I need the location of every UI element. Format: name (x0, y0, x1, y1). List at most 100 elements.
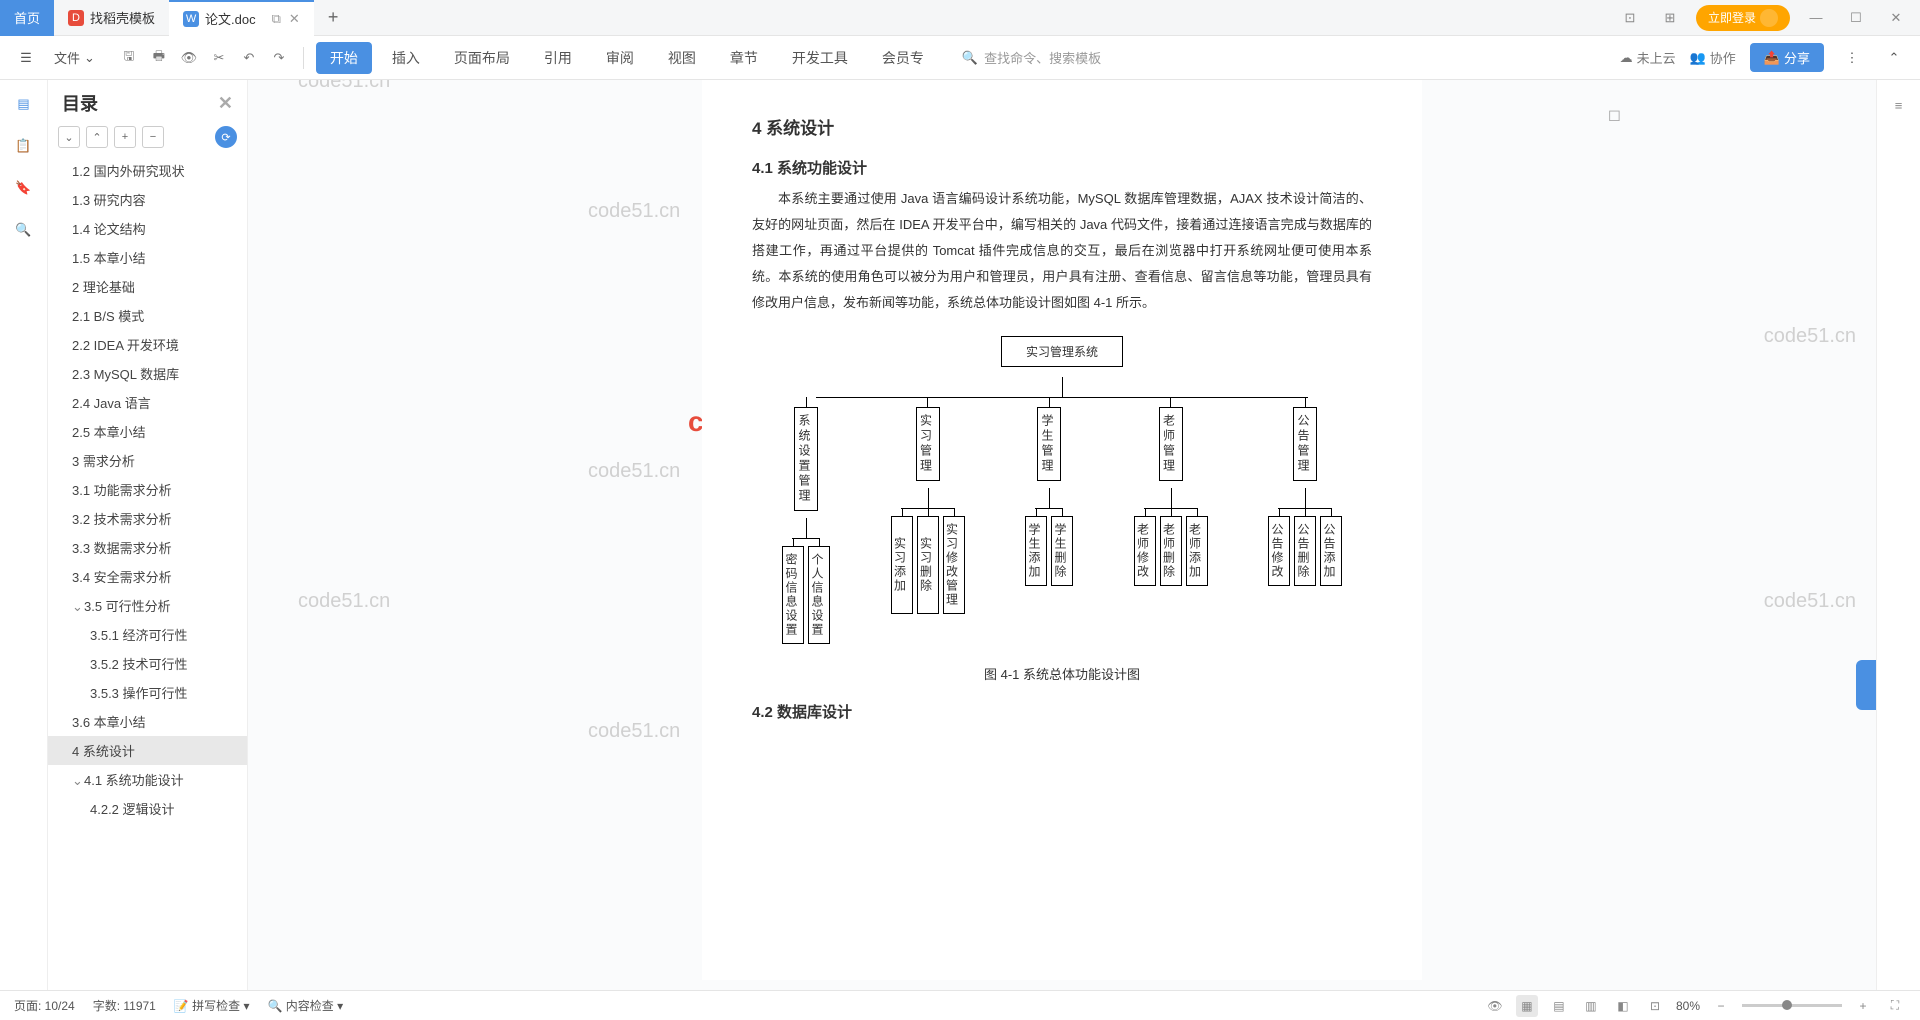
outline-item[interactable]: 2.5 本章小结 (48, 417, 247, 446)
minimize-button[interactable]: — (1802, 4, 1830, 32)
tree-leaf: 个人信息设置 (808, 546, 830, 644)
word-count[interactable]: 字数: 11971 (93, 997, 156, 1014)
outline-icon[interactable]: ▤ (12, 92, 36, 116)
rtab-layout[interactable]: 页面布局 (440, 42, 524, 74)
outline-item[interactable]: 1.4 论文结构 (48, 214, 247, 243)
tree-diagram: 实习管理系统 系统设置管理密码信息设置个人信息设置实习管理实习添加实习删除实习修… (782, 336, 1342, 644)
cloud-button[interactable]: ☁ 未上云 (1620, 48, 1676, 67)
outline-item[interactable]: 2 理论基础 (48, 272, 247, 301)
outline-item[interactable]: 1.5 本章小结 (48, 243, 247, 272)
zoom-out-icon[interactable]: − (1710, 995, 1732, 1017)
spellcheck-toggle[interactable]: 📝 拼写检查 ▾ (174, 997, 250, 1014)
tab-label: 找稻壳模板 (90, 8, 155, 27)
rtab-section[interactable]: 章节 (716, 42, 772, 74)
save-icon[interactable]: 🖫 (117, 46, 141, 70)
outline-item[interactable]: 3.5.3 操作可行性 (48, 678, 247, 707)
page-indicator[interactable]: 页面: 10/24 (14, 997, 75, 1014)
outline-item[interactable]: 1.3 研究内容 (48, 185, 247, 214)
tab-document[interactable]: W论文.doc⧉✕ (169, 0, 314, 36)
outline-item[interactable]: 3.2 技术需求分析 (48, 504, 247, 533)
new-tab-button[interactable]: + (328, 7, 339, 28)
rtab-dev[interactable]: 开发工具 (778, 42, 862, 74)
content-label: 内容检查 (286, 999, 334, 1013)
tab-window-icon[interactable]: ⧉ (272, 11, 281, 27)
clipboard-icon[interactable]: 📋 (12, 134, 36, 158)
outline-item[interactable]: 3 需求分析 (48, 446, 247, 475)
ribbon-tabs: 开始 插入 页面布局 引用 审阅 视图 章节 开发工具 会员专 (316, 42, 938, 74)
collab-button[interactable]: 👥 协作 (1690, 48, 1736, 67)
outline-item[interactable]: 3.5.1 经济可行性 (48, 620, 247, 649)
outline-item[interactable]: ⌄3.5 可行性分析 (48, 591, 247, 620)
rtab-start[interactable]: 开始 (316, 42, 372, 74)
redo-icon[interactable]: ↷ (267, 46, 291, 70)
outline-item[interactable]: 2.3 MySQL 数据库 (48, 359, 247, 388)
share-button[interactable]: 📤 分享 (1750, 43, 1824, 72)
close-button[interactable]: ✕ (1882, 4, 1910, 32)
zoom-slider[interactable] (1742, 1004, 1842, 1007)
outline-item[interactable]: ⌄4.1 系统功能设计 (48, 765, 247, 794)
page-mark-icon[interactable]: ◻ (1608, 105, 1621, 125)
search-input[interactable]: 🔍 查找命令、搜索模板 (962, 48, 1101, 67)
figure-caption: 图 4-1 系统总体功能设计图 (752, 664, 1372, 683)
close-icon[interactable]: ✕ (218, 93, 233, 114)
collapse-all-icon[interactable]: ⌄ (58, 126, 80, 148)
print-icon[interactable]: 🖶 (147, 46, 171, 70)
outline-item[interactable]: 3.5.2 技术可行性 (48, 649, 247, 678)
outline-item[interactable]: 2.1 B/S 模式 (48, 301, 247, 330)
tab-close-icon[interactable]: ✕ (289, 11, 300, 27)
rtab-reference[interactable]: 引用 (530, 42, 586, 74)
outline-item[interactable]: 4 系统设计 (48, 736, 247, 765)
rtab-member[interactable]: 会员专 (868, 42, 938, 74)
eye-icon[interactable]: 👁 (1484, 995, 1506, 1017)
bookmark-icon[interactable]: 🔖 (12, 176, 36, 200)
remove-icon[interactable]: − (142, 126, 164, 148)
outline-item[interactable]: 3.3 数据需求分析 (48, 533, 247, 562)
view-page-icon[interactable]: ▦ (1516, 995, 1538, 1017)
outline-item[interactable]: 1.2 国内外研究现状 (48, 156, 247, 185)
preview-icon[interactable]: 👁 (177, 46, 201, 70)
heading-2: 4.1 系统功能设计 (752, 157, 1372, 178)
apps-icon[interactable]: ⊞ (1656, 4, 1684, 32)
add-icon[interactable]: + (114, 126, 136, 148)
heading-1: 4 系统设计 (752, 114, 1372, 139)
cut-icon[interactable]: ✂ (207, 46, 231, 70)
feedback-tab[interactable] (1856, 660, 1876, 710)
format-icon[interactable]: ≡ (1886, 92, 1912, 118)
outline-item[interactable]: 4.2.2 逻辑设计 (48, 794, 247, 823)
collapse-icon[interactable]: ⌃ (1880, 44, 1908, 72)
content-check-toggle[interactable]: 🔍 内容检查 ▾ (268, 997, 344, 1014)
menu-icon[interactable]: ☰ (12, 44, 40, 72)
tab-templates[interactable]: D找稻壳模板 (54, 0, 169, 36)
sync-icon[interactable]: ⟳ (215, 126, 237, 148)
undo-icon[interactable]: ↶ (237, 46, 261, 70)
view-read-icon[interactable]: ◧ (1612, 995, 1634, 1017)
outline-item[interactable]: 3.4 安全需求分析 (48, 562, 247, 591)
tab-home[interactable]: 首页 (0, 0, 54, 36)
rtab-view[interactable]: 视图 (654, 42, 710, 74)
layout-icon[interactable]: ⊡ (1616, 4, 1644, 32)
outline-item[interactable]: 2.4 Java 语言 (48, 388, 247, 417)
zoom-fit-icon[interactable]: ⊡ (1644, 995, 1666, 1017)
zoom-level[interactable]: 80% (1676, 999, 1700, 1013)
document-canvas[interactable]: 📄 🔗 ◻ code51.cn code51.cn code51.cn code… (248, 80, 1876, 990)
tree-group: 老师管理 (1159, 407, 1183, 481)
more-icon[interactable]: ⋮ (1838, 44, 1866, 72)
fullscreen-icon[interactable]: ⛶ (1884, 995, 1906, 1017)
view-web-icon[interactable]: ▥ (1580, 995, 1602, 1017)
rtab-insert[interactable]: 插入 (378, 42, 434, 74)
search-rail-icon[interactable]: 🔍 (12, 218, 36, 242)
outline-item[interactable]: 3.6 本章小结 (48, 707, 247, 736)
outline-item[interactable]: 2.2 IDEA 开发环境 (48, 330, 247, 359)
expand-all-icon[interactable]: ⌃ (86, 126, 108, 148)
ribbon: ☰ 文件 ⌄ 🖫 🖶 👁 ✂ ↶ ↷ 开始 插入 页面布局 引用 审阅 视图 章… (0, 36, 1920, 80)
maximize-button[interactable]: ☐ (1842, 4, 1870, 32)
right-panel: ≡ (1876, 80, 1920, 990)
zoom-in-icon[interactable]: + (1852, 995, 1874, 1017)
outline-list[interactable]: 1.2 国内外研究现状1.3 研究内容1.4 论文结构1.5 本章小结2 理论基… (48, 156, 247, 990)
watermark: code51.cn (1764, 590, 1856, 613)
file-menu[interactable]: 文件 ⌄ (44, 48, 105, 67)
rtab-review[interactable]: 审阅 (592, 42, 648, 74)
login-button[interactable]: 立即登录 (1696, 5, 1790, 31)
view-outline-icon[interactable]: ▤ (1548, 995, 1570, 1017)
outline-item[interactable]: 3.1 功能需求分析 (48, 475, 247, 504)
